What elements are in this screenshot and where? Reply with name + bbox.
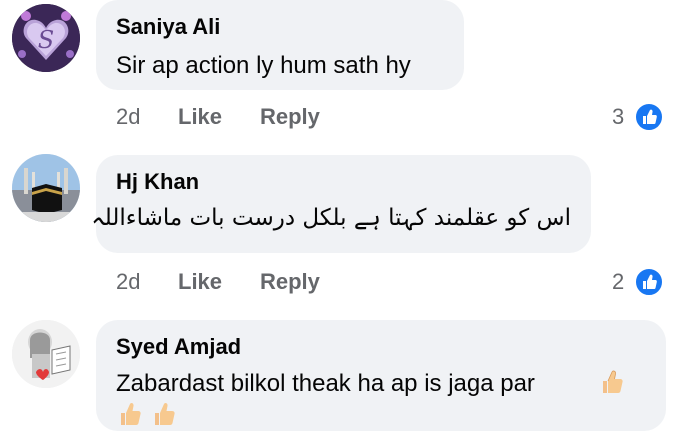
comment: Syed Amjad Zabardast bilkol theak ha ap … (0, 0, 678, 431)
avatar[interactable] (12, 320, 80, 388)
thumbs-up-emoji-icon (121, 402, 141, 425)
thumbs-up-emoji-icon (603, 370, 623, 393)
comment-text: Zabardast bilkol theak ha ap is jaga par (116, 370, 535, 397)
thumbs-up-emoji-icon (155, 402, 175, 425)
comment-author[interactable]: Syed Amjad (116, 334, 241, 360)
sketch-avatar-image (12, 320, 80, 388)
